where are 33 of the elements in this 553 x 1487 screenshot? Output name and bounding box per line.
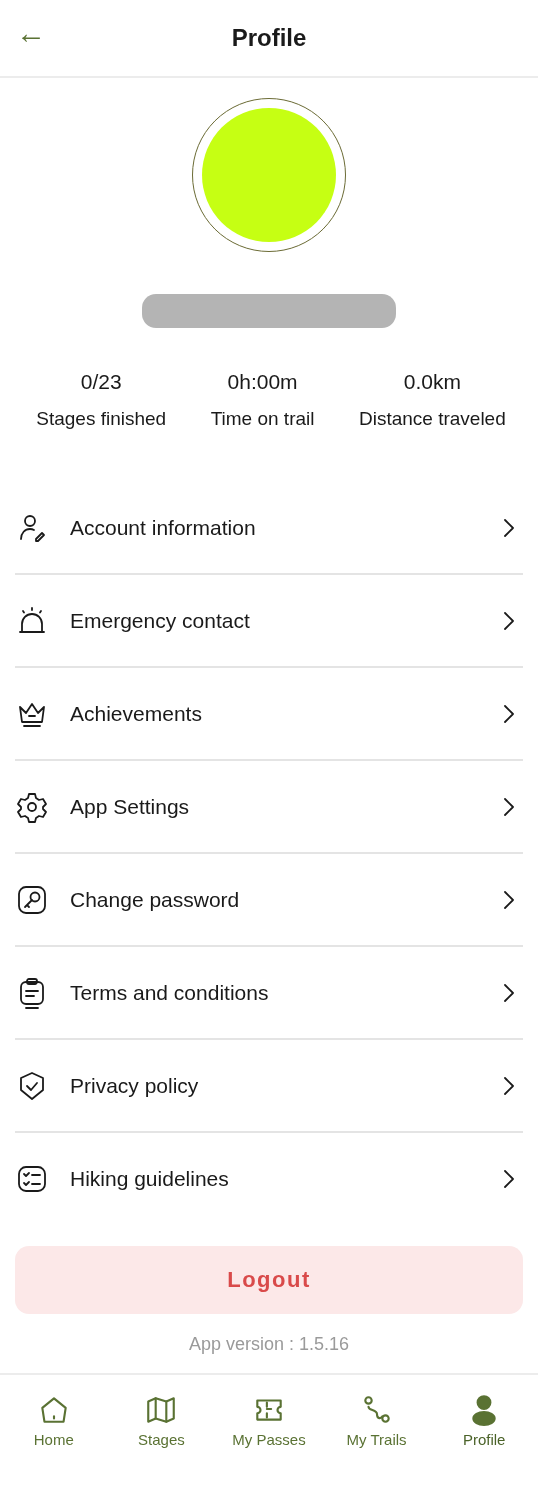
menu-item[interactable]: Achievements <box>70 701 503 726</box>
nav-tab[interactable]: Profile <box>434 1393 535 1448</box>
chevron-right-icon <box>503 1075 515 1096</box>
page-title: Profile <box>231 24 307 52</box>
logout-button[interactable]: Logout <box>15 1246 523 1314</box>
menu-item[interactable]: Account information <box>70 515 503 540</box>
menu-item[interactable]: Change password <box>70 887 503 912</box>
stat-value: 0h:00m <box>227 370 298 394</box>
chevron-right-icon <box>503 796 515 817</box>
menu-item[interactable]: Emergency contact <box>70 608 503 633</box>
menu-item[interactable]: App Settings <box>70 794 503 819</box>
chevron-right-icon <box>503 889 515 910</box>
chevron-right-icon <box>503 703 515 724</box>
nav-tab[interactable]: Home <box>3 1393 104 1448</box>
stat-label: Distance traveled <box>358 408 506 430</box>
menu-item[interactable]: Hiking guidelines <box>70 1166 503 1191</box>
chevron-right-icon <box>503 610 515 631</box>
nav-tab[interactable]: My Passes <box>219 1393 319 1448</box>
back-button[interactable]: ← <box>16 18 46 48</box>
settings-icon <box>16 790 48 823</box>
chevron-right-icon <box>503 517 515 538</box>
app-version: App version : 1.5.16 <box>188 1334 350 1355</box>
menu-item[interactable]: Terms and conditions <box>70 980 503 1005</box>
nav-tab[interactable]: Stages <box>111 1393 212 1448</box>
nav-tab[interactable]: My Trails <box>326 1393 427 1448</box>
stat-value: 0/23 <box>80 370 122 394</box>
key-icon <box>16 883 48 916</box>
menu-item[interactable]: Privacy policy <box>70 1073 503 1098</box>
stat-label: Time on trail <box>210 408 315 430</box>
chevron-right-icon <box>503 982 515 1003</box>
chevron-right-icon <box>503 1168 515 1189</box>
stat-value: 0.0km <box>403 370 461 394</box>
stat-label: Stages finished <box>36 408 167 430</box>
